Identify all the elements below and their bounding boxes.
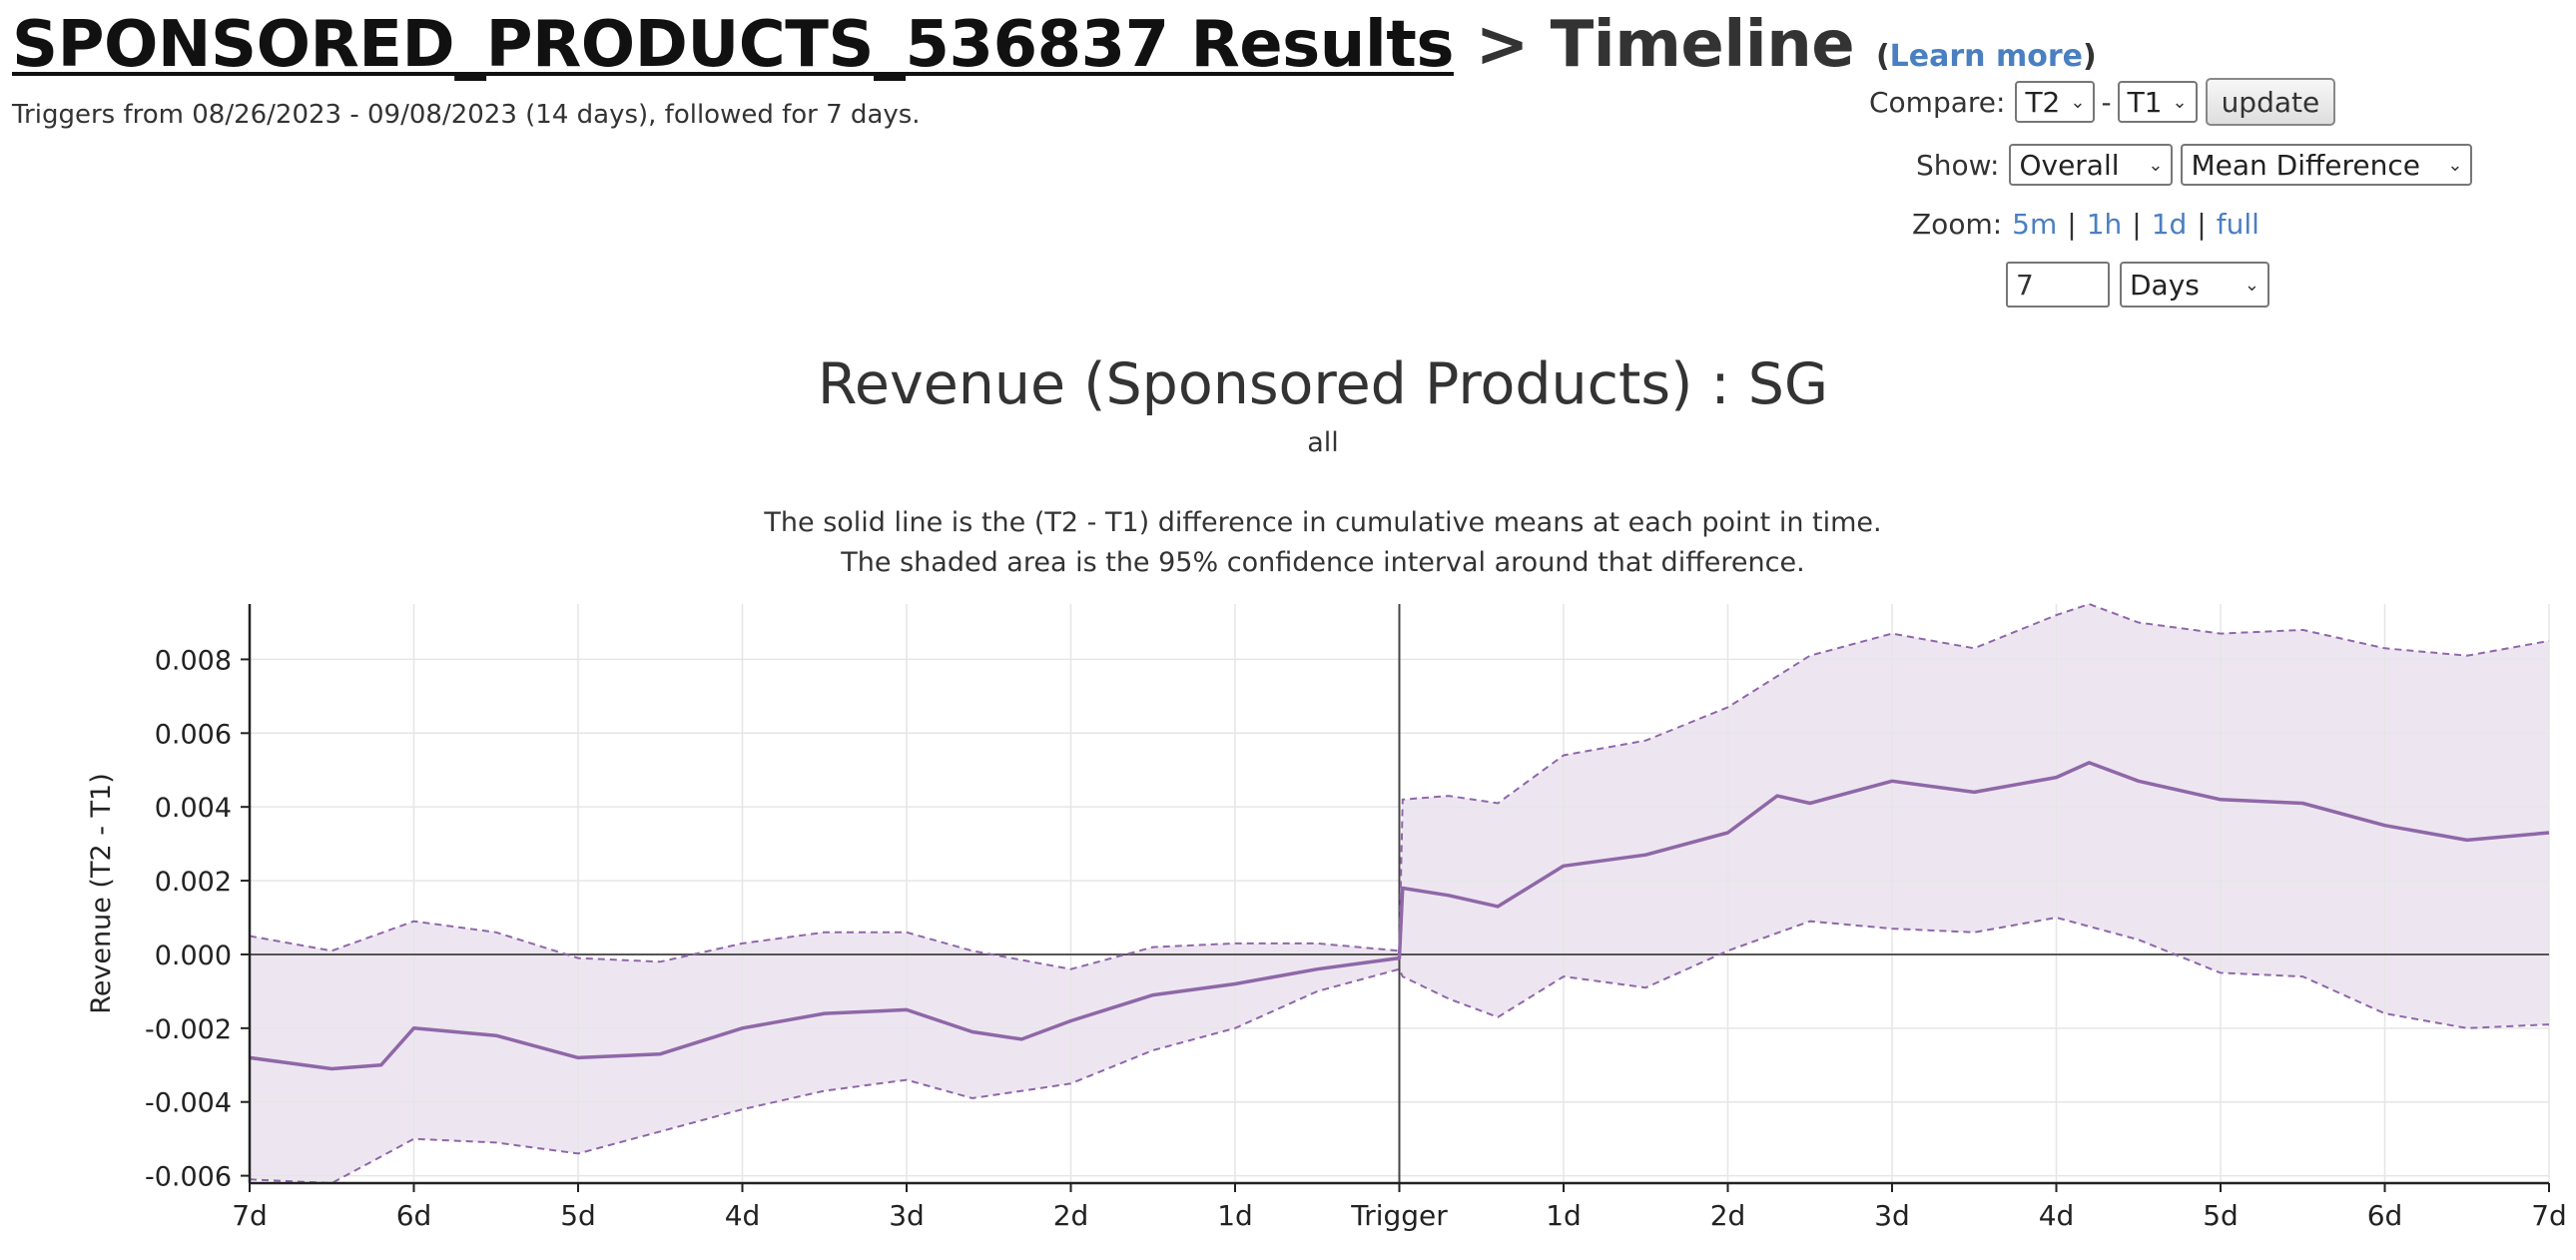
- x-tick-label: Trigger: [1350, 1199, 1448, 1232]
- y-tick-label: -0.006: [145, 1162, 232, 1193]
- x-tick-label: 1d: [1546, 1199, 1582, 1232]
- timeline-chart: 7d 6d 5d 4d 3d 2d 1d Trigger 1d 2d 3d 4d 5d 6d 7d 0.008…: [86, 602, 2567, 1232]
- y-tick-label: -0.004: [145, 1088, 232, 1119]
- y-axis-label: Revenue (T2 - T1): [86, 773, 117, 1013]
- x-tick-label: 5d: [560, 1199, 596, 1232]
- x-tick-label: 1d: [1217, 1199, 1253, 1232]
- x-tick-label: 3d: [889, 1199, 925, 1232]
- y-tick-label: 0.004: [155, 793, 232, 824]
- x-tick-label: 6d: [396, 1199, 432, 1232]
- x-tick-label: 7d: [232, 1199, 268, 1232]
- x-tick-label: 2d: [1053, 1199, 1089, 1232]
- x-tick-label: 6d: [2367, 1199, 2403, 1232]
- y-tick-label: 0.000: [155, 941, 232, 971]
- x-tick-label: 3d: [1874, 1199, 1910, 1232]
- x-tick-label: 4d: [2039, 1199, 2075, 1232]
- x-tick-label: 2d: [1710, 1199, 1746, 1232]
- y-tick-label: -0.002: [145, 1014, 232, 1045]
- x-tick-label: 5d: [2203, 1199, 2239, 1232]
- y-tick-label: 0.008: [155, 645, 232, 676]
- x-tick-label: 7d: [2531, 1199, 2567, 1232]
- y-tick-label: 0.006: [155, 719, 232, 750]
- x-tick-label: 4d: [725, 1199, 761, 1232]
- y-tick-label: 0.002: [155, 867, 232, 898]
